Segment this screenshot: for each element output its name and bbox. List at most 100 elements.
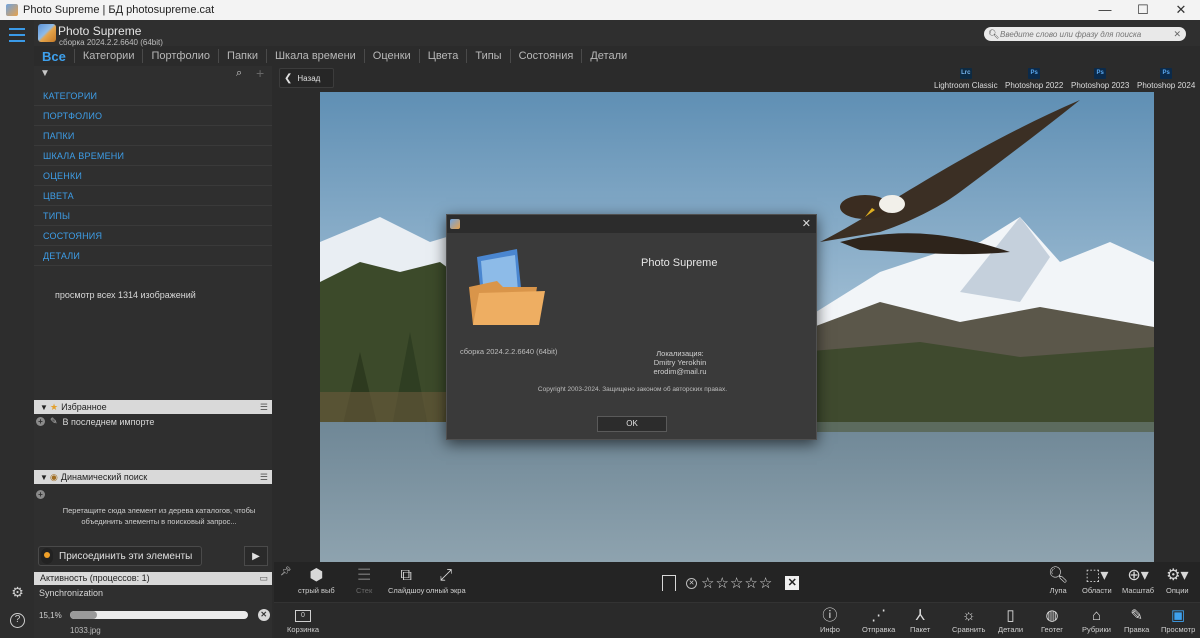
stack-button[interactable]: ☰ Стек [356, 566, 372, 595]
share-icon: ⋰ [871, 607, 887, 624]
edit-button[interactable]: ✎ Правка [1124, 606, 1149, 634]
info-icon: ⓘ [822, 607, 838, 624]
details-button[interactable]: ▯ Детали [998, 606, 1023, 634]
hamburger-menu-icon[interactable] [9, 28, 25, 42]
filter-icon[interactable]: ▼ [40, 68, 50, 79]
stack-icon: ☰ [356, 567, 372, 584]
tree-item-ratings[interactable]: ОЦЕНКИ [34, 166, 272, 186]
editor-photoshop-2023[interactable]: Ps Photoshop 2023 [1071, 68, 1129, 90]
activity-header[interactable]: Активность (процессов: 1) ▭ [34, 572, 272, 585]
send-button[interactable]: ⋰ Отправка [862, 606, 895, 634]
left-rail: ⚙ ? [0, 20, 34, 638]
tab-ratings[interactable]: Оценки [365, 50, 419, 62]
activity-menu-icon[interactable]: ▭ [259, 572, 268, 585]
dynamic-search-title: Динамический поиск [60, 472, 148, 482]
tab-portfolio[interactable]: Портфолио [143, 50, 218, 62]
loupe-button[interactable]: 🔍︎ Лупа [1048, 566, 1068, 595]
section-menu-icon[interactable]: ☰ [260, 472, 268, 483]
slideshow-label: Слайдшоу [388, 586, 425, 595]
run-search-button[interactable]: ▶ [244, 546, 268, 566]
ok-button[interactable]: OK [597, 416, 667, 432]
editor-lightroom[interactable]: Lrc Lightroom Classic [934, 68, 998, 90]
tab-folders[interactable]: Папки [219, 50, 266, 62]
minimize-button[interactable]: — [1086, 2, 1124, 18]
flag-icon[interactable] [662, 575, 676, 591]
editor-photoshop-2024[interactable]: Ps Photoshop 2024 [1137, 68, 1195, 90]
edit-icon[interactable]: ✎ [50, 416, 58, 427]
reject-icon[interactable]: ✕ [785, 576, 800, 590]
tab-colors[interactable]: Цвета [420, 50, 467, 62]
slideshow-button[interactable]: ⧉ Слайдшоу [388, 566, 424, 595]
localization-info: Локализация: Dmitry Yerokhin erodim@mail… [625, 349, 735, 376]
catalog-panel: ▼ ⌕ + КАТЕГОРИИ ПОРТФОЛИО ПАПКИ ШКАЛА ВР… [34, 65, 272, 638]
clear-search-icon[interactable]: ✕ [1173, 29, 1181, 40]
browse-all-link[interactable]: просмотр всех 1314 изображений [55, 290, 196, 300]
star-1-icon[interactable]: ☆ [701, 574, 714, 592]
localization-label: Локализация: [656, 349, 704, 358]
add-dynamic-search-icon[interactable]: + [36, 490, 45, 499]
attach-label: Присоединить эти элементы [59, 550, 193, 562]
back-button[interactable]: ❮ Назад [279, 68, 334, 88]
zoom-button[interactable]: ⊕▾ Масштаб [1122, 566, 1154, 595]
star-4-icon[interactable]: ☆ [744, 574, 757, 592]
editor-photoshop-2022[interactable]: Ps Photoshop 2022 [1005, 68, 1063, 90]
star-5-icon[interactable]: ☆ [759, 574, 772, 592]
tree-item-states[interactable]: СОСТОЯНИЯ [34, 226, 272, 246]
tree-item-timeline[interactable]: ШКАЛА ВРЕМЕНИ [34, 146, 272, 166]
collapse-triangle-icon[interactable]: ▼ [40, 473, 50, 482]
options-button[interactable]: ⚙▾ Опции [1166, 566, 1189, 595]
tags-button[interactable]: ⌂ Рубрики [1082, 606, 1111, 634]
dynamic-search-header[interactable]: ▼ ◉ Динамический поиск ☰ [34, 470, 272, 484]
tab-timeline[interactable]: Шкала времени [267, 50, 364, 62]
help-icon[interactable]: ? [10, 613, 25, 628]
progress-bar [69, 611, 248, 619]
app-header: Photo Supreme сборка 2024.2.2.6640 (64bi… [34, 20, 1200, 47]
photo-supreme-logo [469, 249, 545, 325]
search-input[interactable] [1000, 29, 1160, 39]
compare-button[interactable]: ☼ Сравнить [952, 606, 985, 634]
tab-categories[interactable]: Категории [75, 50, 143, 62]
rating-controls: ✕ ☆ ☆ ☆ ☆ ☆ ✕ [662, 574, 800, 592]
favorite-label: В последнем импорте [62, 416, 155, 427]
app-logo [38, 24, 56, 42]
add-icon[interactable]: + [256, 65, 264, 81]
tree-item-types[interactable]: ТИПЫ [34, 206, 272, 226]
tree-search-icon[interactable]: ⌕ [236, 67, 242, 80]
zoom-label: Масштаб [1122, 586, 1155, 595]
tab-types[interactable]: Типы [467, 50, 509, 62]
fullscreen-icon: ⤢ [439, 567, 453, 584]
gear-icon[interactable]: ⚙ [10, 585, 25, 600]
send-label: Отправка [862, 625, 896, 634]
tree-item-folders[interactable]: ПАПКИ [34, 126, 272, 146]
global-search[interactable]: 🔍︎ ✕ [984, 27, 1186, 41]
clear-rating-icon[interactable]: ✕ [686, 577, 697, 589]
pin-icon[interactable]: 📌︎ [280, 566, 291, 577]
maximize-button[interactable]: ☐ [1124, 2, 1162, 18]
geotag-button[interactable]: ◍ Геотег [1041, 606, 1063, 634]
info-button[interactable]: ⓘ Инфо [820, 606, 840, 634]
batch-button[interactable]: ⅄ Пакет [910, 606, 930, 634]
close-window-button[interactable]: ✕ [1162, 2, 1200, 18]
tree-item-details[interactable]: ДЕТАЛИ [34, 246, 272, 266]
view-button[interactable]: ▣ Просмотр [1161, 606, 1195, 634]
tab-details[interactable]: Детали [582, 50, 635, 62]
collapse-triangle-icon[interactable]: ▼ [40, 403, 50, 412]
areas-button[interactable]: ⬚▾ Области [1082, 566, 1112, 595]
cancel-task-icon[interactable]: ✕ [257, 609, 270, 621]
attach-elements-button[interactable]: Присоединить эти элементы [38, 546, 202, 566]
tree-item-colors[interactable]: ЦВЕТА [34, 186, 272, 206]
fullscreen-button[interactable]: ⤢ олный экра [426, 566, 466, 595]
dialog-close-button[interactable]: ✕ [802, 217, 811, 230]
star-2-icon[interactable]: ☆ [715, 574, 728, 592]
basket-button[interactable]: 0 Корзинка [287, 606, 319, 634]
quick-select-button[interactable]: ⬢ стрый выб [298, 566, 335, 595]
tree-item-portfolio[interactable]: ПОРТФОЛИО [34, 106, 272, 126]
add-favorite-icon[interactable]: + [36, 417, 45, 426]
tab-states[interactable]: Состояния [511, 50, 582, 62]
favorites-header[interactable]: ▼ ★ Избранное ☰ [34, 400, 272, 414]
tab-all[interactable]: Все [34, 49, 74, 64]
tree-item-categories[interactable]: КАТЕГОРИИ [34, 86, 272, 106]
section-menu-icon[interactable]: ☰ [260, 402, 268, 413]
favorites-item[interactable]: + ✎ В последнем импорте [36, 416, 154, 427]
star-3-icon[interactable]: ☆ [730, 574, 743, 592]
